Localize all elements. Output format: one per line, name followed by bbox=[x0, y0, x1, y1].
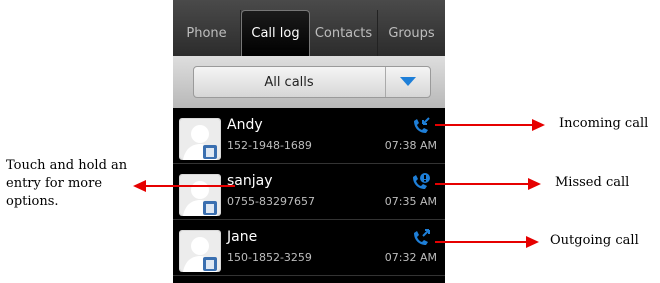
touch-hold-note: Touch and hold an entry for more options… bbox=[6, 157, 127, 211]
arrow-to-incoming bbox=[435, 119, 545, 131]
arrow-to-outgoing bbox=[435, 236, 539, 248]
arrow-to-missed bbox=[435, 178, 541, 190]
missed-call-label: Missed call bbox=[555, 175, 630, 190]
touch-hold-note-line-1: Touch and hold an bbox=[6, 158, 128, 173]
touch-hold-note-line-2: entry for more bbox=[6, 176, 103, 191]
touch-hold-note-line-3: options. bbox=[6, 194, 59, 209]
incoming-call-label: Incoming call bbox=[559, 116, 649, 131]
outgoing-call-label: Outgoing call bbox=[550, 233, 639, 248]
arrow-from-hold-note bbox=[133, 180, 235, 192]
